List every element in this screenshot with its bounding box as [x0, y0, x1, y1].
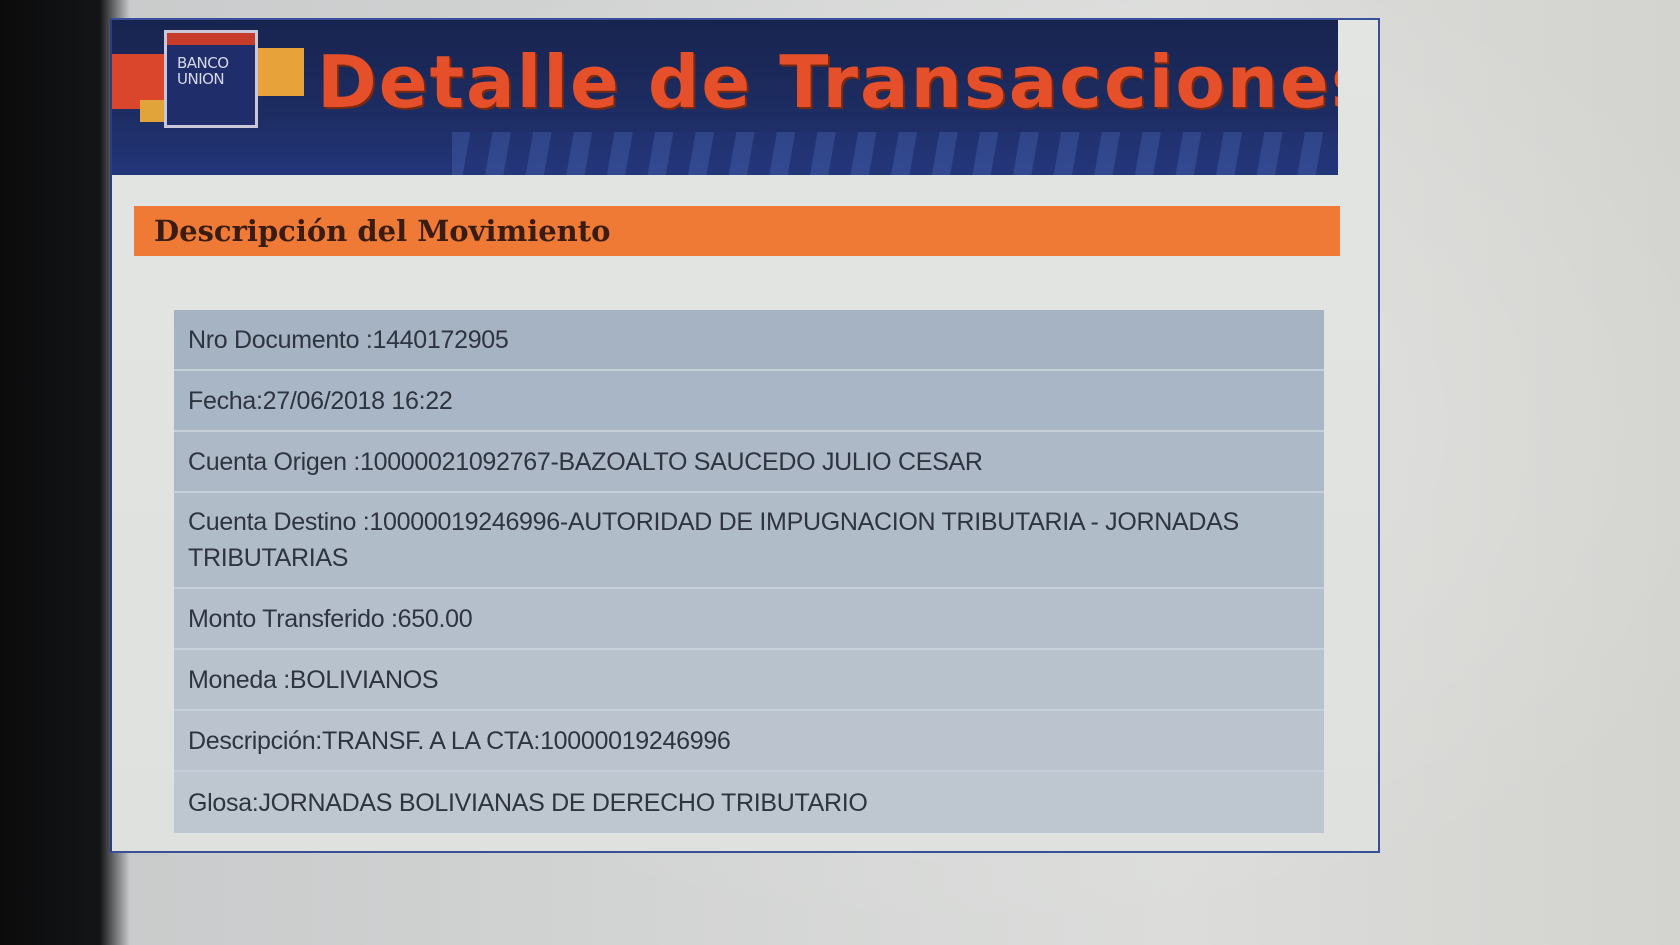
section-header: Descripción del Movimiento: [134, 206, 1340, 256]
detail-origin-account: Cuenta Origen :10000021092767-BAZOALTO S…: [174, 432, 1324, 493]
detail-amount: Monto Transferido :650.00: [174, 589, 1324, 650]
detail-date: Fecha:27/06/2018 16:22: [174, 371, 1324, 432]
detail-currency: Moneda :BOLIVIANOS: [174, 650, 1324, 711]
transaction-detail-panel: BANCO UNION Detalle de Transacciones Des…: [110, 18, 1380, 853]
detail-gloss: Glosa:JORNADAS BOLIVIANAS DE DERECHO TRI…: [174, 772, 1324, 833]
logo-accent-yellow: [140, 100, 164, 122]
detail-description: Descripción:TRANSF. A LA CTA:10000019246…: [174, 711, 1324, 772]
page-title: Detalle de Transacciones: [317, 40, 1338, 124]
transaction-details-list: Nro Documento :1440172905 Fecha:27/06/20…: [174, 310, 1324, 833]
detail-document-number: Nro Documento :1440172905: [174, 310, 1324, 371]
page-banner: BANCO UNION Detalle de Transacciones: [112, 20, 1338, 175]
banner-decoration: [452, 132, 1338, 175]
bank-logo: BANCO UNION: [164, 30, 258, 128]
detail-destination-account: Cuenta Destino :10000019246996-AUTORIDAD…: [174, 493, 1324, 589]
logo-accent-orange: [254, 48, 304, 96]
section-title: Descripción del Movimiento: [154, 214, 611, 248]
